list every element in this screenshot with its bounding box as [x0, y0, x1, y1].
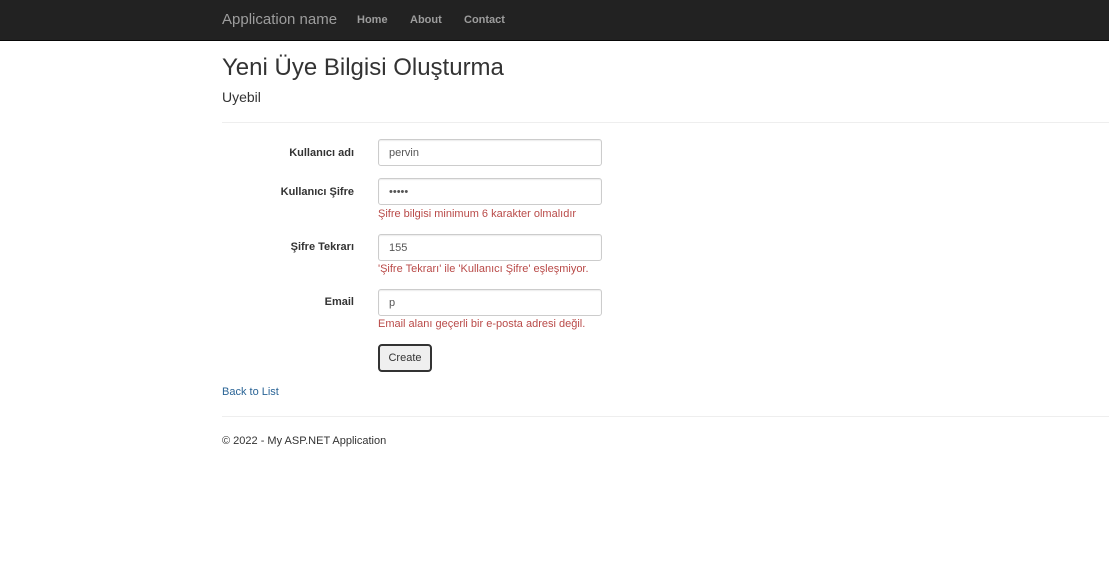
email-error: Email alanı geçerli bir e-posta adresi d…: [378, 318, 586, 330]
nav-contact-link[interactable]: Contact: [464, 14, 505, 26]
page-title: Yeni Üye Bilgisi Oluşturma: [222, 54, 504, 81]
form-divider: [222, 122, 1109, 123]
nav-home-link[interactable]: Home: [357, 14, 388, 26]
password-repeat-label: Şifre Tekrarı: [290, 241, 354, 253]
password-label: Kullanıcı Şifre: [280, 186, 354, 198]
nav-about-link[interactable]: About: [410, 14, 442, 26]
footer-copyright: © 2022 - My ASP.NET Application: [222, 435, 387, 447]
username-input[interactable]: [378, 139, 602, 166]
password-error: Şifre bilgisi minimum 6 karakter olmalıd…: [378, 208, 577, 220]
page-subtitle: Uyebil: [222, 89, 261, 105]
back-to-list-link[interactable]: Back to List: [222, 386, 279, 398]
email-input[interactable]: [378, 289, 602, 316]
brand-link[interactable]: Application name: [222, 11, 337, 28]
create-button[interactable]: Create: [378, 344, 432, 372]
email-label: Email: [324, 296, 354, 308]
password-repeat-error: 'Şifre Tekrarı' ile 'Kullanıcı Şifre' eş…: [378, 263, 589, 275]
password-input[interactable]: [378, 178, 602, 205]
footer-divider: [222, 416, 1109, 417]
username-label: Kullanıcı adı: [289, 147, 354, 159]
top-navbar: Application name Home About Contact: [0, 0, 1109, 41]
password-repeat-input[interactable]: [378, 234, 602, 261]
